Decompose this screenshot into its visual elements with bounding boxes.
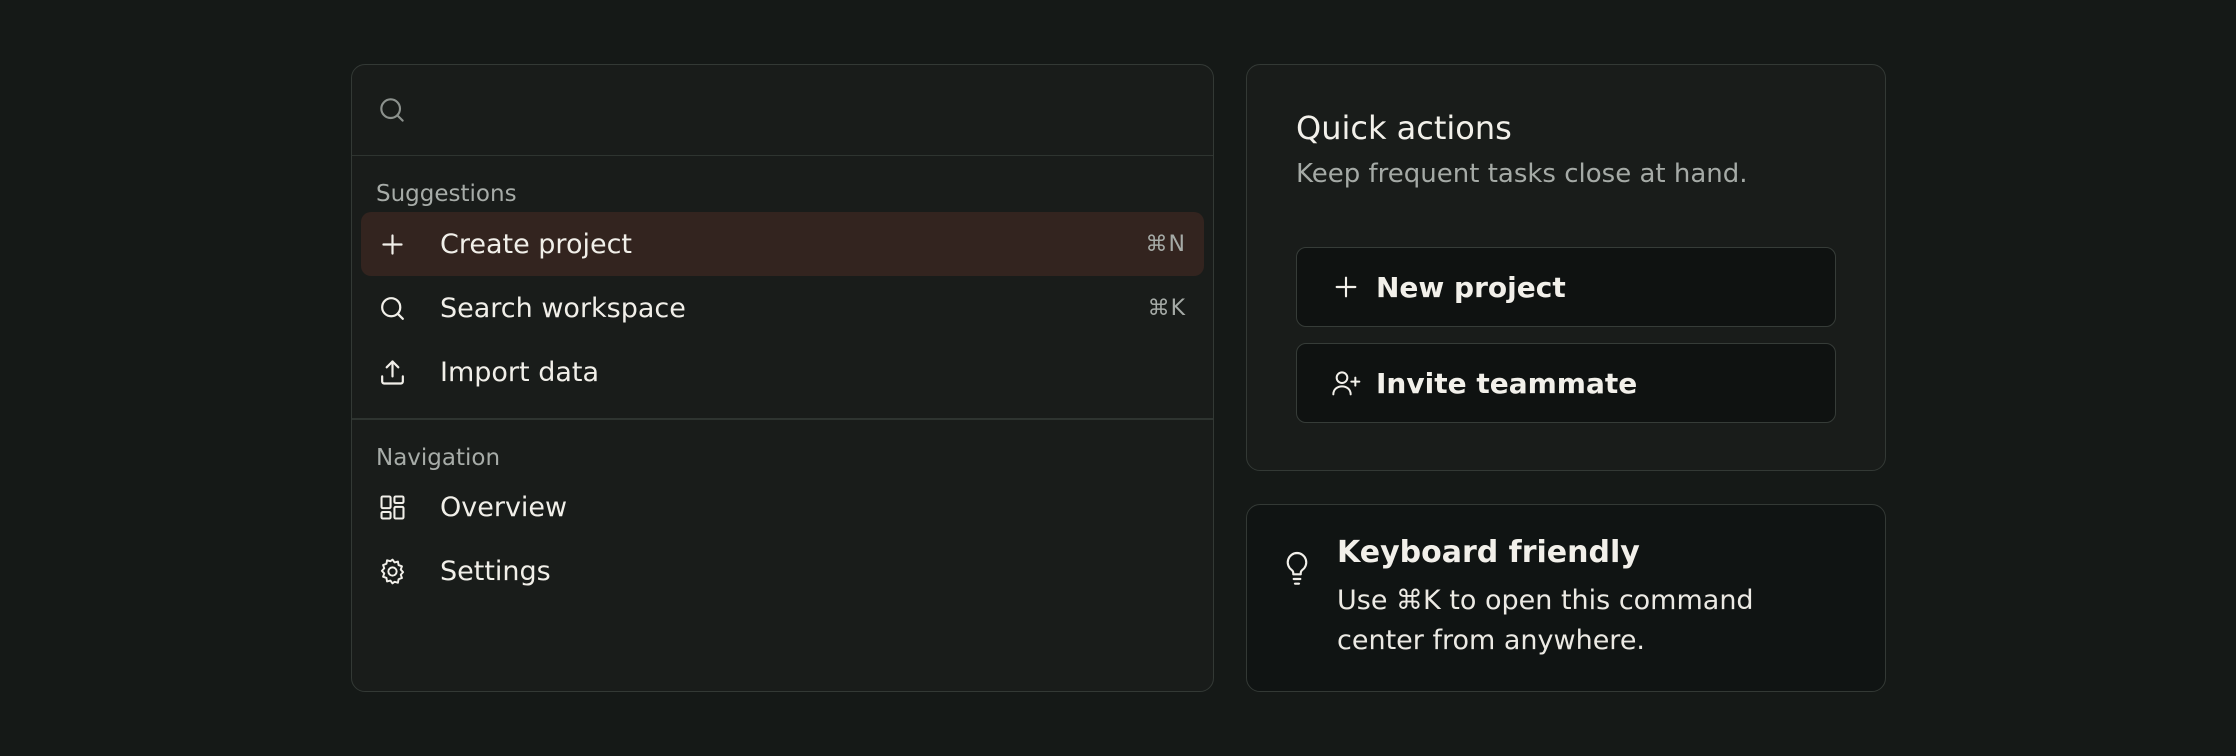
dashboard-icon bbox=[380, 495, 405, 520]
plus-icon bbox=[1335, 276, 1357, 298]
quick-actions-subtitle: Keep frequent tasks close at hand. bbox=[1296, 159, 1748, 189]
command-create-project[interactable]: Create project ⌘N bbox=[361, 212, 1204, 276]
app-stage: Suggestions Create project ⌘N Search wor… bbox=[0, 0, 2236, 756]
command-label: Search workspace bbox=[440, 292, 686, 324]
search-bar bbox=[352, 65, 1213, 156]
command-label: Settings bbox=[440, 556, 551, 587]
group-label-navigation: Navigation bbox=[376, 444, 501, 471]
search-icon bbox=[380, 98, 404, 122]
command-label: Import data bbox=[440, 356, 600, 388]
command-import-data[interactable]: Import data bbox=[361, 340, 1204, 404]
invite-teammate-button[interactable]: Invite teammate bbox=[1296, 343, 1836, 423]
search-icon bbox=[381, 296, 404, 320]
quick-actions-title: Quick actions bbox=[1296, 109, 1512, 147]
group-divider bbox=[352, 418, 1213, 420]
command-palette: Suggestions Create project ⌘N Search wor… bbox=[351, 64, 1214, 692]
tip-title: Keyboard friendly bbox=[1337, 535, 1640, 570]
search-input[interactable] bbox=[424, 80, 1213, 140]
keyboard-tip-card: Keyboard friendly Use ⌘K to open this co… bbox=[1246, 504, 1886, 692]
button-label: New project bbox=[1376, 270, 1566, 304]
quick-actions-card: Quick actions Keep frequent tasks close … bbox=[1246, 64, 1886, 471]
command-search-workspace[interactable]: Search workspace ⌘K bbox=[361, 276, 1204, 340]
nav-overview[interactable]: Overview bbox=[361, 476, 1204, 540]
user-plus-icon bbox=[1332, 371, 1361, 396]
plus-icon bbox=[382, 233, 403, 255]
tip-text: Use ⌘K to open this command center from … bbox=[1337, 585, 1754, 656]
nav-settings[interactable]: Settings bbox=[361, 540, 1204, 604]
lightbulb-icon bbox=[1286, 551, 1308, 585]
group-label-suggestions: Suggestions bbox=[376, 181, 517, 207]
shortcut-hint: ⌘N bbox=[1145, 231, 1186, 257]
command-label: Create project bbox=[440, 228, 633, 260]
upload-icon bbox=[381, 359, 404, 385]
new-project-button[interactable]: New project bbox=[1296, 247, 1836, 327]
button-label: Invite teammate bbox=[1376, 366, 1638, 400]
command-label: Overview bbox=[440, 492, 568, 523]
shortcut-hint: ⌘K bbox=[1147, 295, 1186, 321]
gear-icon bbox=[380, 558, 405, 585]
